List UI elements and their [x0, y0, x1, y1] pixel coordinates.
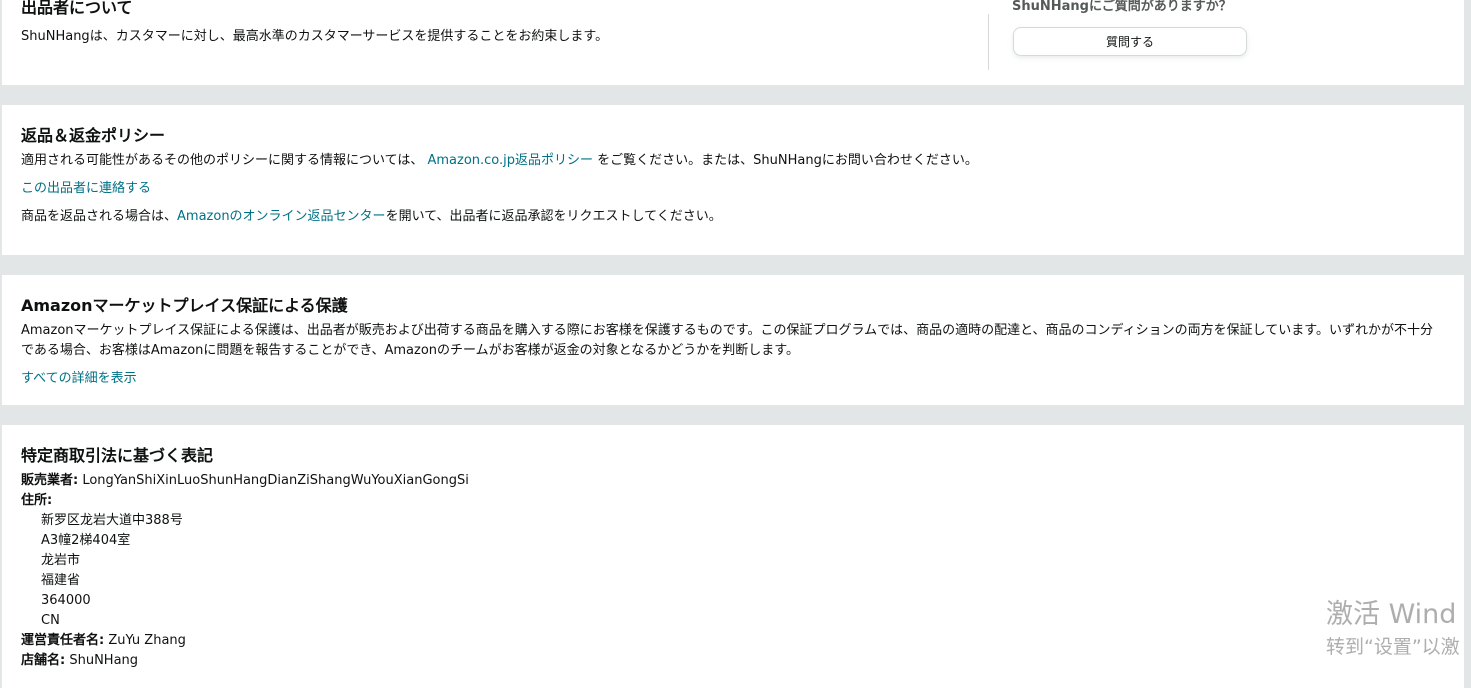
address-line: 新罗区龙岩大道中388号 [41, 513, 183, 528]
seller-question-label: ShuNHangにご質問がありますか？ [1012, 0, 1232, 14]
marketplace-guarantee-description: Amazonマーケットプレイス保証による保護は、出品者が販売および出荷する商品を… [21, 323, 1433, 358]
store-name-label: 店舗名: [21, 653, 66, 668]
ask-question-button[interactable]: 質問する [1013, 27, 1247, 56]
returns-policy-title: 返品＆返金ポリシー [21, 126, 166, 145]
marketplace-guarantee-section: Amazonマーケットプレイス保証による保護 Amazonマーケットプレイス保証… [2, 275, 1464, 405]
address-line: 364000 [41, 593, 91, 608]
address-label: 住所: [21, 493, 53, 508]
returns-instructions-suffix: を開いて、出品者に返品承認をリクエストしてください。 [385, 209, 722, 224]
manager-name-label: 運営責任者名: [21, 633, 105, 648]
about-seller-description: ShuNHangは、カスタマーに対し、最高水準のカスタマーサービスを提供すること… [21, 29, 609, 44]
contact-seller-link[interactable]: この出品者に連絡する [21, 179, 151, 199]
address-line: 福建省 [41, 573, 81, 588]
returns-policy-info: 適用される可能性があるその他のポリシーに関する情報については、 Amazon.c… [21, 151, 978, 171]
about-seller-title: 出品者について [21, 0, 133, 17]
address-row: 住所: [21, 491, 52, 511]
address-line: 龙岩市 [41, 553, 81, 568]
online-return-center-link[interactable]: Amazonのオンライン返品センター [177, 209, 386, 224]
seller-name-label: 販売業者: [21, 473, 79, 488]
store-name-row: 店舗名: ShuNHang [21, 651, 138, 671]
marketplace-guarantee-title: Amazonマーケットプレイス保証による保護 [21, 296, 348, 315]
address-line: CN [41, 613, 60, 628]
returns-policy-info-suffix: をご覧ください。または、ShuNHangにお問い合わせください。 [593, 153, 978, 168]
amazon-return-policy-link[interactable]: Amazon.co.jp返品ポリシー [427, 153, 593, 168]
returns-instructions: 商品を返品される場合は、Amazonのオンライン返品センターを開いて、出品者に返… [21, 207, 722, 227]
manager-name-row: 運営責任者名: ZuYu Zhang [21, 631, 186, 651]
store-name-value: ShuNHang [65, 653, 139, 668]
vertical-divider [988, 14, 989, 70]
seller-name-row: 販売業者: LongYanShiXinLuoShunHangDianZiShan… [21, 471, 469, 491]
seller-name-value: LongYanShiXinLuoShunHangDianZiShangWuYou… [78, 473, 469, 488]
address-line: A3幢2梯404室 [41, 533, 131, 548]
about-seller-section: 出品者について ShuNHangは、カスタマーに対し、最高水準のカスタマーサービ… [2, 0, 1464, 85]
returns-instructions-prefix: 商品を返品される場合は、 [21, 209, 178, 224]
legal-notation-section: 特定商取引法に基づく表記 販売業者: LongYanShiXinLuoShunH… [2, 425, 1464, 688]
view-all-details-link[interactable]: すべての詳細を表示 [21, 369, 137, 389]
returns-policy-section: 返品＆返金ポリシー 適用される可能性があるその他のポリシーに関する情報については… [2, 105, 1464, 255]
returns-policy-info-prefix: 適用される可能性があるその他のポリシーに関する情報については、 [21, 153, 428, 168]
manager-name-value: ZuYu Zhang [104, 633, 186, 648]
legal-notation-title: 特定商取引法に基づく表記 [21, 446, 214, 465]
